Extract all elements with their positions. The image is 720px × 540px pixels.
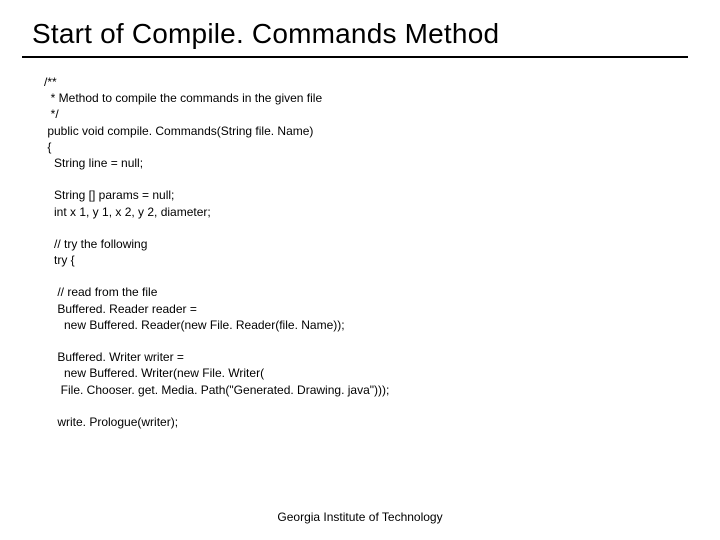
slide-title: Start of Compile. Commands Method [0, 0, 720, 56]
footer-text: Georgia Institute of Technology [0, 510, 720, 524]
code-content: /** * Method to compile the commands in … [0, 58, 720, 430]
